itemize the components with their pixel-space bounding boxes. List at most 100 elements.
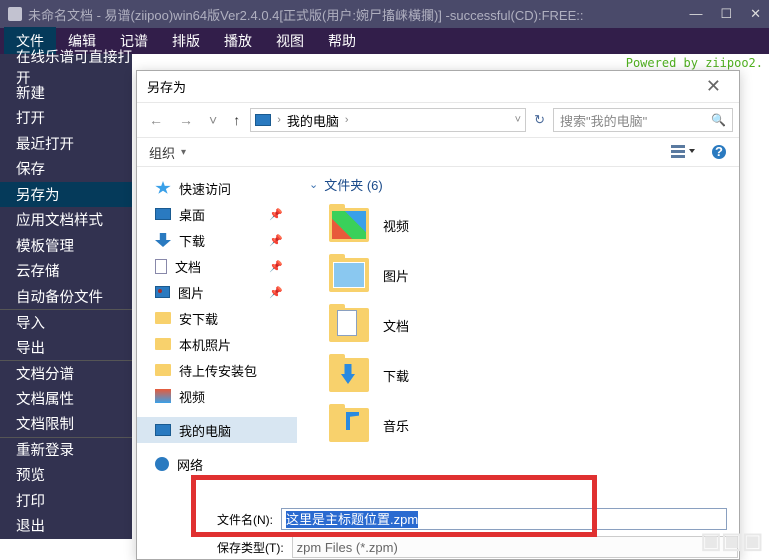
file-menu-item[interactable]: 打开 [0, 105, 132, 131]
window-title: 未命名文档 - 易谱(ziipoo)win64版Ver2.4.0.4[正式版(用… [28, 5, 583, 24]
sidebar-item-label: 文档 [175, 257, 201, 276]
file-menu-item[interactable]: 应用文档样式 [0, 207, 132, 233]
sidebar-item[interactable]: 待上传安装包 [137, 357, 297, 383]
filetype-label: 保存类型(T): [217, 539, 284, 556]
folder-label: 文档 [383, 316, 409, 335]
pic-icon [155, 286, 170, 298]
folder-icon [329, 408, 369, 442]
file-menu-item[interactable]: 模板管理 [0, 233, 132, 259]
dialog-close-button[interactable]: ✕ [698, 76, 729, 97]
sidebar-item[interactable]: 桌面📌 [137, 201, 297, 227]
folders-section-header[interactable]: ⌄ 文件夹 (6) [309, 175, 727, 194]
folder-label: 视频 [383, 216, 409, 235]
sidebar-item[interactable]: 本机照片 [137, 331, 297, 357]
fld-icon [155, 364, 171, 376]
file-menu-item[interactable]: 在线乐谱可直接打开 [0, 54, 132, 80]
sidebar-item-label: 下载 [179, 231, 205, 250]
filetype-select[interactable]: zpm Files (*.zpm) [292, 536, 738, 558]
file-menu-item[interactable]: 文档属性 [0, 386, 132, 412]
sidebar-item-label: 本机照片 [179, 335, 231, 354]
search-placeholder: 搜索"我的电脑" [560, 111, 647, 130]
path-dropdown-icon[interactable]: ˅ [515, 114, 521, 126]
fld-icon [155, 312, 171, 324]
file-menu-item[interactable]: 保存 [0, 156, 132, 182]
chevron-down-icon: ▾ [181, 147, 186, 158]
refresh-button[interactable]: ↻ [530, 112, 549, 128]
sidebar-item-label: 图片 [178, 283, 204, 302]
nav-recent-button[interactable]: ˅ [203, 109, 223, 131]
nav-row: ← → ˅ ↑ › 我的电脑 › ˅ ↻ 搜索"我的电脑" 🔍 [137, 103, 739, 137]
sidebar-item-label: 视频 [179, 387, 205, 406]
toolbar-row: 组织 ▾ ? [137, 137, 739, 167]
view-options-button[interactable] [671, 144, 695, 160]
desk-icon [155, 208, 171, 220]
menu-item[interactable]: 帮助 [316, 27, 368, 55]
dl-icon [155, 233, 171, 247]
search-icon: 🔍 [711, 113, 726, 127]
sidebar-item[interactable]: 下载📌 [137, 227, 297, 253]
menu-item[interactable]: 播放 [212, 27, 264, 55]
titlebar: 未命名文档 - 易谱(ziipoo)win64版Ver2.4.0.4[正式版(用… [0, 0, 769, 28]
folder-icon [329, 258, 369, 292]
folder-item[interactable]: 视频 [309, 200, 727, 250]
doc-icon [155, 259, 167, 274]
folder-label: 音乐 [383, 416, 409, 435]
sidebar-item[interactable]: 我的电脑 [137, 417, 297, 443]
file-menu-item[interactable]: 退出 [0, 513, 132, 539]
sidebar-item[interactable]: 文档 📌 [137, 253, 297, 279]
folder-icon [329, 208, 369, 242]
path-box[interactable]: › 我的电脑 › ˅ [250, 108, 526, 132]
file-menu-item[interactable]: 云存储 [0, 258, 132, 284]
file-menu-item[interactable]: 文档分谱 [0, 360, 132, 386]
file-menu-item[interactable]: 导入 [0, 309, 132, 335]
pc-icon [255, 114, 271, 126]
sidebar-item[interactable]: 安下载 [137, 305, 297, 331]
nav-back-button[interactable]: ← [143, 109, 169, 131]
folder-item[interactable]: 音乐 [309, 400, 727, 450]
sidebar: 快速访问桌面📌下载📌 文档 📌 图片 📌 安下载本机照片待上传安装包视频我的电脑网络 [137, 167, 297, 493]
file-menu-item[interactable]: 打印 [0, 488, 132, 514]
menu-item[interactable]: 排版 [160, 27, 212, 55]
caret-down-icon: ⌄ [309, 178, 318, 191]
dialog-title: 另存为 [147, 77, 186, 96]
file-menu-item[interactable]: 重新登录 [0, 437, 132, 463]
file-menu-item[interactable]: 预览 [0, 462, 132, 488]
sidebar-item[interactable]: 图片 📌 [137, 279, 297, 305]
pin-icon: 📌 [269, 286, 283, 299]
close-button[interactable]: ✕ [750, 6, 761, 22]
path-label: 我的电脑 [287, 111, 339, 130]
maximize-button[interactable]: ☐ [720, 6, 732, 22]
pc-icon [155, 424, 171, 436]
sidebar-item[interactable]: 快速访问 [137, 175, 297, 201]
folder-icon [329, 308, 369, 342]
pin-icon: 📌 [269, 260, 283, 273]
file-menu-item[interactable]: 导出 [0, 335, 132, 361]
net-icon [155, 457, 169, 471]
chevron-right-icon: › [345, 114, 349, 126]
sidebar-item-label: 我的电脑 [179, 421, 231, 440]
minimize-button[interactable]: — [689, 6, 702, 22]
folder-item[interactable]: 下载 [309, 350, 727, 400]
menu-item[interactable]: 视图 [264, 27, 316, 55]
fld-icon [155, 338, 171, 350]
sidebar-item-label: 待上传安装包 [179, 361, 257, 380]
sidebar-item-label: 安下载 [179, 309, 218, 328]
vid-icon [155, 389, 171, 403]
nav-up-button[interactable]: ↑ [227, 109, 246, 131]
search-input[interactable]: 搜索"我的电脑" 🔍 [553, 108, 733, 132]
file-menu-item[interactable]: 文档限制 [0, 411, 132, 437]
folder-label: 图片 [383, 266, 409, 285]
filename-label: 文件名(N): [217, 511, 273, 528]
folder-item[interactable]: 文档 [309, 300, 727, 350]
filename-input[interactable]: 这里是主标题位置.zpm [281, 508, 727, 530]
sidebar-item[interactable]: 视频 [137, 383, 297, 409]
file-menu-item[interactable]: 另存为 [0, 182, 132, 208]
folder-item[interactable]: 图片 [309, 250, 727, 300]
file-menu-item[interactable]: 自动备份文件 [0, 284, 132, 310]
sidebar-item[interactable]: 网络 [137, 451, 297, 477]
file-menu-item[interactable]: 最近打开 [0, 131, 132, 157]
help-button[interactable]: ? [711, 144, 727, 160]
chevron-right-icon: › [277, 114, 281, 126]
folder-icon [329, 358, 369, 392]
organize-button[interactable]: 组织 ▾ [149, 143, 186, 162]
